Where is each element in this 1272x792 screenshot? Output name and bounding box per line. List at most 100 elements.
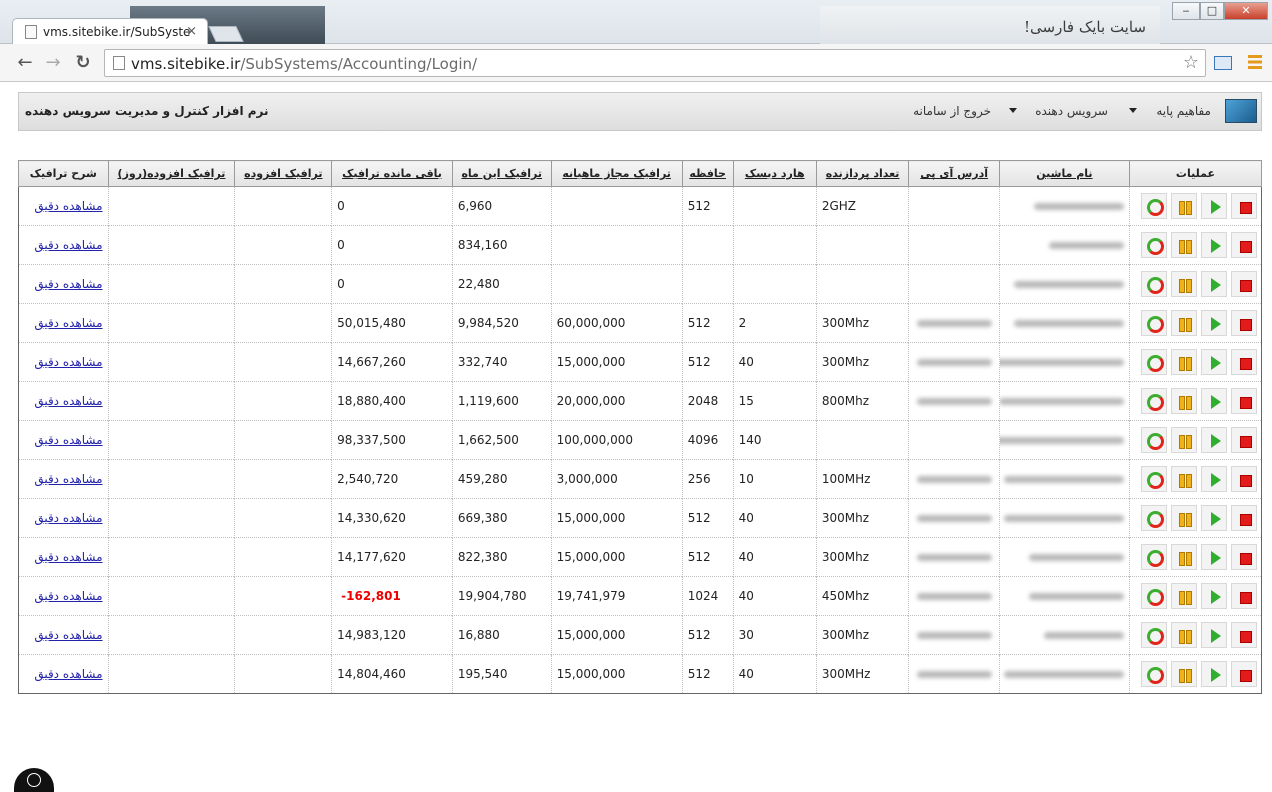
- minimize-icon[interactable]: ‒: [1172, 2, 1200, 20]
- view-detail-link[interactable]: مشاهده دقیق: [34, 355, 102, 369]
- view-detail-link[interactable]: مشاهده دقیق: [34, 667, 102, 681]
- reload-icon[interactable]: ↻: [72, 52, 94, 73]
- browser-tab[interactable]: vms.sitebike.ir/SubSystem ×: [12, 18, 208, 45]
- stop-icon[interactable]: [1231, 310, 1257, 336]
- view-detail-link[interactable]: مشاهده دقیق: [34, 316, 102, 330]
- pause-icon[interactable]: [1171, 388, 1197, 414]
- col-ram[interactable]: حافظه: [681, 160, 734, 187]
- pause-icon[interactable]: [1171, 661, 1197, 687]
- table-row: 834,160 0 مشاهده دقیق: [18, 225, 1263, 265]
- restart-icon[interactable]: [1141, 505, 1167, 531]
- restart-icon[interactable]: [1141, 388, 1167, 414]
- restart-icon[interactable]: [1141, 310, 1167, 336]
- window-close-icon[interactable]: ✕: [1224, 2, 1268, 20]
- play-icon[interactable]: [1201, 505, 1227, 531]
- view-detail-link[interactable]: مشاهده دقیق: [34, 238, 102, 252]
- play-icon[interactable]: [1201, 349, 1227, 375]
- play-icon[interactable]: [1201, 271, 1227, 297]
- this-month-cell: 459,280: [451, 459, 552, 499]
- back-icon[interactable]: ←: [14, 52, 36, 73]
- stop-icon[interactable]: [1231, 466, 1257, 492]
- col-this-month[interactable]: ترافیک این ماه: [451, 160, 552, 187]
- view-detail-link[interactable]: مشاهده دقیق: [34, 472, 102, 486]
- stop-icon[interactable]: [1231, 583, 1257, 609]
- browser-menu-icon[interactable]: [1248, 55, 1262, 69]
- view-detail-link[interactable]: مشاهده دقیق: [34, 394, 102, 408]
- chevron-down-icon[interactable]: [1009, 108, 1017, 113]
- ops-cell: [1128, 342, 1263, 382]
- stop-icon[interactable]: [1231, 661, 1257, 687]
- view-detail-link[interactable]: مشاهده دقیق: [34, 511, 102, 525]
- pause-icon[interactable]: [1171, 232, 1197, 258]
- pause-icon[interactable]: [1171, 193, 1197, 219]
- pause-icon[interactable]: [1171, 622, 1197, 648]
- col-extra[interactable]: ترافیک افزوده: [234, 160, 333, 187]
- pause-icon[interactable]: [1171, 505, 1197, 531]
- play-icon[interactable]: [1201, 232, 1227, 258]
- play-icon[interactable]: [1201, 544, 1227, 570]
- ip-redacted: [908, 498, 1000, 538]
- redaction-bar: [1000, 437, 1124, 444]
- table-row: 2GHZ 512 6,960 0 مشاهده دقیق: [18, 186, 1263, 226]
- restart-icon[interactable]: [1141, 271, 1167, 297]
- view-detail-link[interactable]: مشاهده دقیق: [34, 433, 102, 447]
- stop-icon[interactable]: [1231, 193, 1257, 219]
- pause-icon[interactable]: [1171, 466, 1197, 492]
- menu-logout[interactable]: خروج از سامانه: [913, 104, 991, 118]
- close-tab-icon[interactable]: ×: [186, 24, 197, 39]
- bookmark-star-icon[interactable]: ☆: [1183, 52, 1199, 73]
- col-allowed[interactable]: ترافیک مجاز ماهیانه: [550, 160, 683, 187]
- address-bar[interactable]: vms.sitebike.ir/SubSystems/Accounting/Lo…: [104, 49, 1206, 77]
- maximize-icon[interactable]: □: [1200, 2, 1224, 20]
- view-detail-link[interactable]: مشاهده دقیق: [34, 550, 102, 564]
- play-icon[interactable]: [1201, 622, 1227, 648]
- ip-redacted: [908, 654, 1000, 694]
- restart-icon[interactable]: [1141, 232, 1167, 258]
- stop-icon[interactable]: [1231, 232, 1257, 258]
- play-icon[interactable]: [1201, 466, 1227, 492]
- stop-icon[interactable]: [1231, 622, 1257, 648]
- view-detail-link[interactable]: مشاهده دقیق: [34, 589, 102, 603]
- col-cpu[interactable]: تعداد پردازنده: [815, 160, 910, 187]
- play-icon[interactable]: [1201, 193, 1227, 219]
- play-icon[interactable]: [1201, 388, 1227, 414]
- restart-icon[interactable]: [1141, 466, 1167, 492]
- play-icon[interactable]: [1201, 661, 1227, 687]
- play-icon[interactable]: [1201, 427, 1227, 453]
- restart-icon[interactable]: [1141, 544, 1167, 570]
- chevron-down-icon[interactable]: [1129, 108, 1137, 113]
- pause-icon[interactable]: [1171, 271, 1197, 297]
- col-name[interactable]: نام ماشین: [998, 160, 1130, 187]
- pause-icon[interactable]: [1171, 583, 1197, 609]
- stop-icon[interactable]: [1231, 427, 1257, 453]
- pause-icon[interactable]: [1171, 427, 1197, 453]
- stop-icon[interactable]: [1231, 388, 1257, 414]
- col-hdd[interactable]: هارد دیسک: [732, 160, 817, 187]
- restart-icon[interactable]: [1141, 349, 1167, 375]
- stop-icon[interactable]: [1231, 505, 1257, 531]
- restart-icon[interactable]: [1141, 622, 1167, 648]
- stop-icon[interactable]: [1231, 544, 1257, 570]
- view-detail-link[interactable]: مشاهده دقیق: [34, 277, 102, 291]
- forward-icon[interactable]: →: [42, 52, 64, 73]
- stop-icon[interactable]: [1231, 349, 1257, 375]
- extra-day-cell: [107, 459, 236, 499]
- play-icon[interactable]: [1201, 583, 1227, 609]
- view-detail-link[interactable]: مشاهده دقیق: [34, 628, 102, 642]
- col-remaining[interactable]: باقی مانده ترافیک: [331, 160, 453, 187]
- menu-service-provider[interactable]: سرویس دهنده: [1035, 104, 1108, 118]
- restart-icon[interactable]: [1141, 427, 1167, 453]
- view-detail-link[interactable]: مشاهده دقیق: [34, 199, 102, 213]
- col-extra-day[interactable]: ترافیک افزوده(روز): [107, 160, 236, 187]
- restart-icon[interactable]: [1141, 193, 1167, 219]
- menu-basics[interactable]: مفاهیم پایه: [1156, 104, 1211, 118]
- restart-icon[interactable]: [1141, 661, 1167, 687]
- pause-icon[interactable]: [1171, 544, 1197, 570]
- restart-icon[interactable]: [1141, 583, 1167, 609]
- play-icon[interactable]: [1201, 310, 1227, 336]
- col-ip[interactable]: آدرس آی پی: [908, 160, 1000, 187]
- stop-icon[interactable]: [1231, 271, 1257, 297]
- extension-icon[interactable]: [1214, 56, 1232, 70]
- pause-icon[interactable]: [1171, 310, 1197, 336]
- pause-icon[interactable]: [1171, 349, 1197, 375]
